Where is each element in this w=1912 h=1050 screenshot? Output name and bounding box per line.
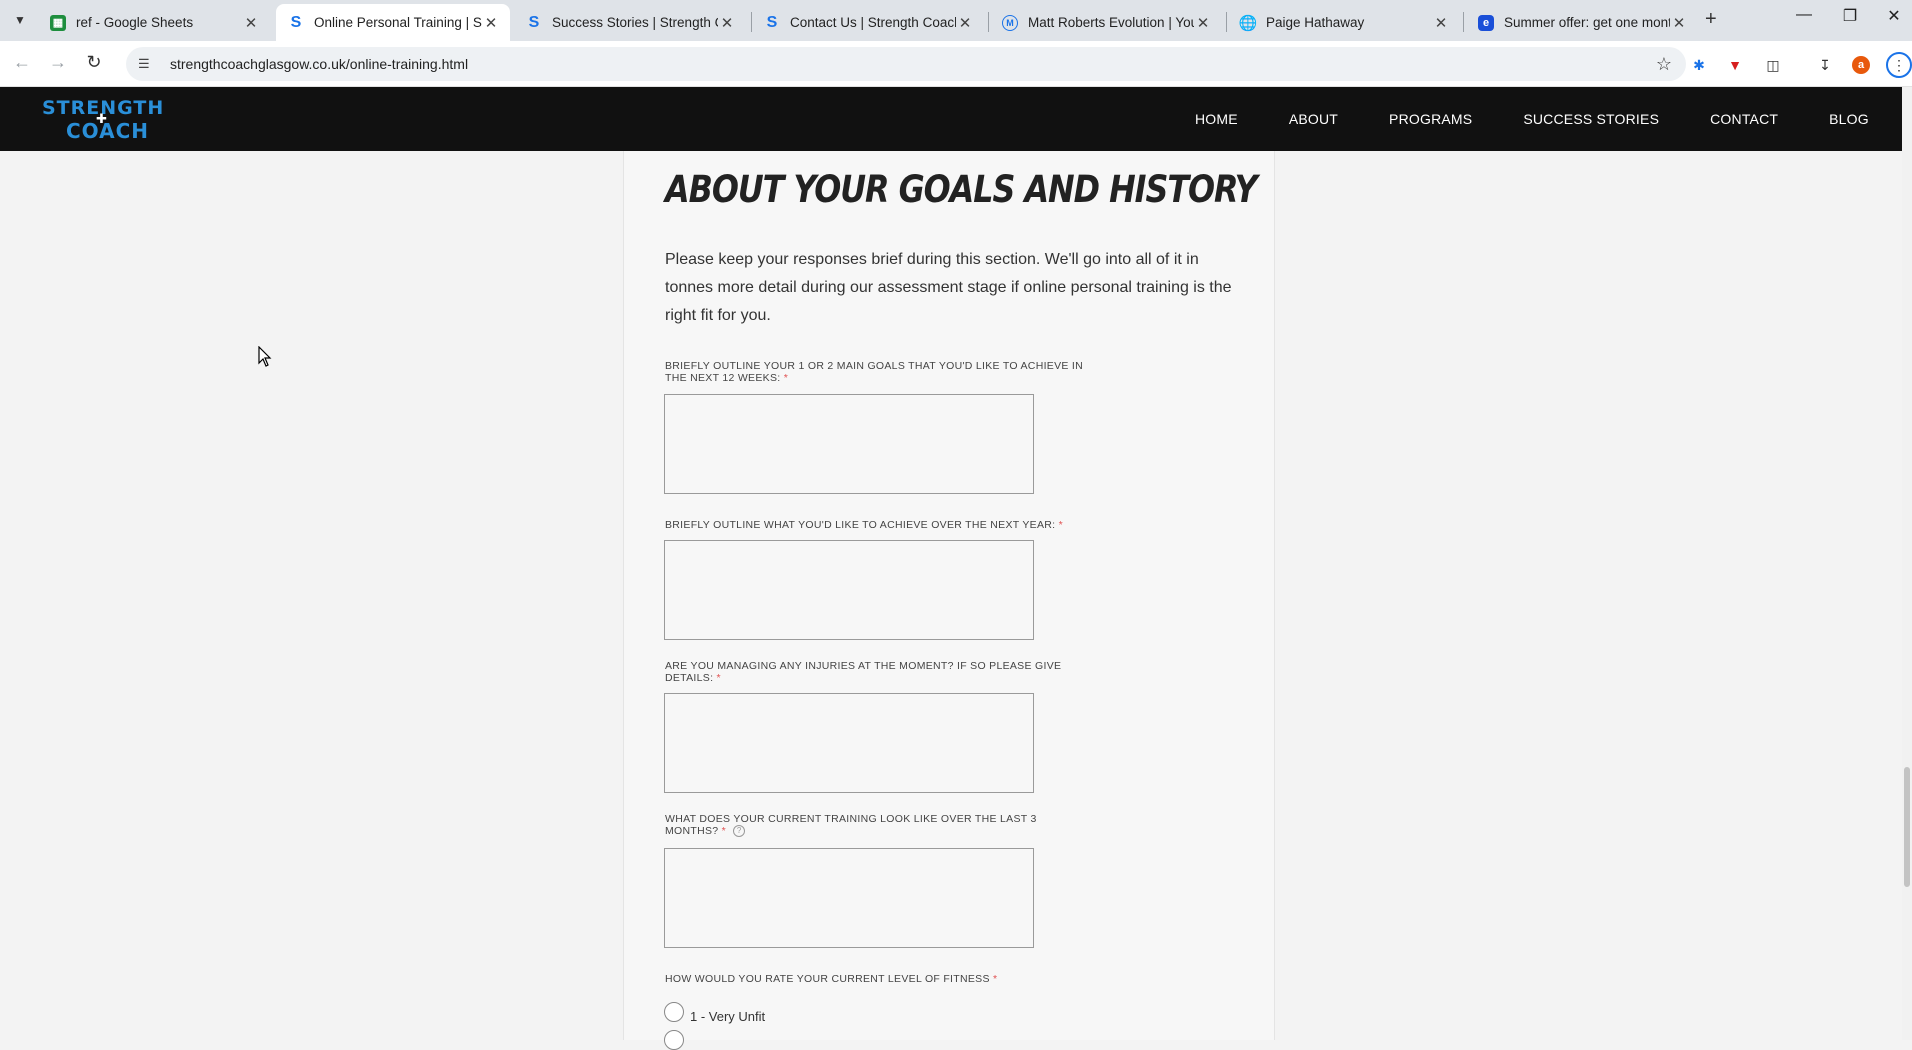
- tab-google-sheets[interactable]: ▦ ref - Google Sheets ✕: [38, 4, 270, 41]
- globe-icon: 🌐: [1238, 14, 1258, 32]
- label-text: BRIEFLY OUTLINE YOUR 1 OR 2 MAIN GOALS T…: [665, 360, 1084, 384]
- tab-title: Online Personal Training | Stren: [314, 15, 482, 30]
- strength-coach-icon: S: [290, 13, 302, 31]
- tab-separator: [1463, 12, 1464, 32]
- required-asterisk: *: [993, 973, 998, 985]
- extension-icon[interactable]: ✱: [1688, 54, 1710, 76]
- tab-summer-offer[interactable]: e Summer offer: get one month f ✕: [1466, 4, 1698, 41]
- fitness-option-2[interactable]: [664, 1030, 684, 1050]
- required-asterisk: *: [783, 372, 789, 384]
- strength-coach-icon: S: [528, 13, 540, 31]
- tab-online-training[interactable]: S Online Personal Training | Stren ✕: [276, 4, 510, 41]
- nav-programs[interactable]: PROGRAMS: [1389, 111, 1472, 127]
- minimize-button[interactable]: —: [1790, 6, 1818, 24]
- field-label-fitness-level: HOW WOULD YOU RATE YOUR CURRENT LEVEL OF…: [665, 973, 1085, 985]
- radio-button[interactable]: [664, 1030, 684, 1050]
- tab-separator: [988, 12, 989, 32]
- tab-title: ref - Google Sheets: [76, 15, 194, 30]
- scrollbar-thumb[interactable]: [1904, 767, 1910, 887]
- browser-tab-bar: ▼ ▦ ref - Google Sheets ✕ S Online Perso…: [0, 0, 1912, 41]
- site-header: STRENGTH ✚ COACH HOME ABOUT PROGRAMS SUC…: [0, 87, 1902, 151]
- required-asterisk: *: [1058, 519, 1063, 531]
- fitness-option-1[interactable]: 1 - Very Unfit: [664, 999, 765, 1024]
- goals-next-year-textarea[interactable]: [664, 540, 1034, 640]
- label-text: HOW WOULD YOU RATE YOUR CURRENT LEVEL OF…: [665, 973, 990, 985]
- matt-roberts-icon: M: [1002, 14, 1018, 31]
- shield-extension-icon[interactable]: ▼: [1724, 54, 1746, 76]
- mouse-cursor-icon: [258, 346, 272, 367]
- goals-12-weeks-textarea[interactable]: [664, 394, 1034, 494]
- tab-title: Matt Roberts Evolution | Young: [1028, 15, 1194, 30]
- close-icon[interactable]: ✕: [956, 14, 974, 32]
- tab-search-button[interactable]: ▼: [8, 8, 32, 32]
- address-toolbar: ← → ↻ ☰ strengthcoachglasgow.co.uk/onlin…: [0, 41, 1912, 87]
- offer-icon: e: [1478, 14, 1494, 31]
- nav-blog[interactable]: BLOG: [1829, 111, 1869, 127]
- required-asterisk: *: [716, 672, 721, 684]
- nav-home[interactable]: HOME: [1195, 111, 1238, 127]
- tab-title: Contact Us | Strength Coach Gl: [790, 15, 956, 30]
- field-label-goals-next-year: BRIEFLY OUTLINE WHAT YOU'D LIKE TO ACHIE…: [665, 519, 1085, 531]
- sheets-icon: ▦: [50, 14, 66, 31]
- strength-coach-icon: S: [766, 13, 778, 31]
- label-text: ARE YOU MANAGING ANY INJURIES AT THE MOM…: [665, 660, 1062, 684]
- tab-title: Paige Hathaway: [1266, 15, 1365, 30]
- close-icon[interactable]: ✕: [242, 14, 260, 32]
- tab-success-stories[interactable]: S Success Stories | Strength Coac ✕: [514, 4, 746, 41]
- back-icon[interactable]: ←: [10, 52, 34, 73]
- close-icon[interactable]: ✕: [1194, 14, 1212, 32]
- section-heading: ABOUT YOUR GOALS AND HISTORY: [665, 168, 1258, 211]
- extensions-puzzle-icon[interactable]: ◫: [1762, 54, 1784, 76]
- nav-about[interactable]: ABOUT: [1289, 111, 1338, 127]
- info-icon[interactable]: ?: [733, 825, 746, 838]
- url-text: strengthcoachglasgow.co.uk/online-traini…: [170, 56, 469, 72]
- strength-coach-logo[interactable]: STRENGTH ✚ COACH: [38, 97, 164, 143]
- injuries-textarea[interactable]: [664, 693, 1034, 793]
- download-icon[interactable]: ↧: [1814, 54, 1836, 76]
- close-icon[interactable]: ✕: [482, 14, 500, 32]
- close-icon[interactable]: ✕: [718, 14, 736, 32]
- forward-icon[interactable]: →: [46, 52, 70, 73]
- field-label-goals-12-weeks: BRIEFLY OUTLINE YOUR 1 OR 2 MAIN GOALS T…: [665, 360, 1085, 384]
- restore-button[interactable]: ❐: [1836, 6, 1864, 26]
- tab-matt-roberts[interactable]: M Matt Roberts Evolution | Young ✕: [990, 4, 1222, 41]
- main-navigation: HOME ABOUT PROGRAMS SUCCESS STORIES CONT…: [1144, 87, 1869, 151]
- tab-contact-us[interactable]: S Contact Us | Strength Coach Gl ✕: [752, 4, 984, 41]
- section-intro: Please keep your responses brief during …: [665, 251, 1232, 324]
- reload-icon[interactable]: ↻: [82, 52, 106, 73]
- current-training-textarea[interactable]: [664, 848, 1034, 948]
- page-scrollbar[interactable]: [1902, 87, 1912, 1040]
- nav-contact[interactable]: CONTACT: [1710, 111, 1778, 127]
- tab-title: Success Stories | Strength Coac: [552, 15, 718, 30]
- bookmark-star-icon[interactable]: ☆: [1656, 54, 1672, 75]
- site-info-icon[interactable]: ☰: [138, 56, 154, 72]
- tab-paige-hathaway[interactable]: 🌐 Paige Hathaway ✕: [1228, 4, 1460, 41]
- required-asterisk: *: [721, 825, 727, 837]
- radio-label: 1 - Very Unfit: [690, 1009, 766, 1024]
- field-label-injuries: ARE YOU MANAGING ANY INJURIES AT THE MOM…: [665, 660, 1085, 684]
- close-window-button[interactable]: ✕: [1880, 6, 1908, 26]
- tab-separator: [1226, 12, 1227, 32]
- tab-title: Summer offer: get one month f: [1504, 15, 1670, 30]
- close-icon[interactable]: ✕: [1432, 14, 1450, 32]
- menu-kebab-icon[interactable]: ⋮: [1886, 52, 1912, 78]
- new-tab-button[interactable]: +: [1705, 8, 1717, 31]
- nav-success-stories[interactable]: SUCCESS STORIES: [1523, 111, 1659, 127]
- address-bar[interactable]: ☰ strengthcoachglasgow.co.uk/online-trai…: [126, 47, 1686, 81]
- profile-avatar[interactable]: a: [1852, 56, 1870, 74]
- field-label-current-training: WHAT DOES YOUR CURRENT TRAINING LOOK LIK…: [665, 813, 1085, 838]
- radio-button[interactable]: [664, 1001, 684, 1022]
- close-icon[interactable]: ✕: [1670, 14, 1688, 32]
- label-text: BRIEFLY OUTLINE WHAT YOU'D LIKE TO ACHIE…: [665, 519, 1056, 531]
- logo-line-2: COACH: [66, 119, 150, 143]
